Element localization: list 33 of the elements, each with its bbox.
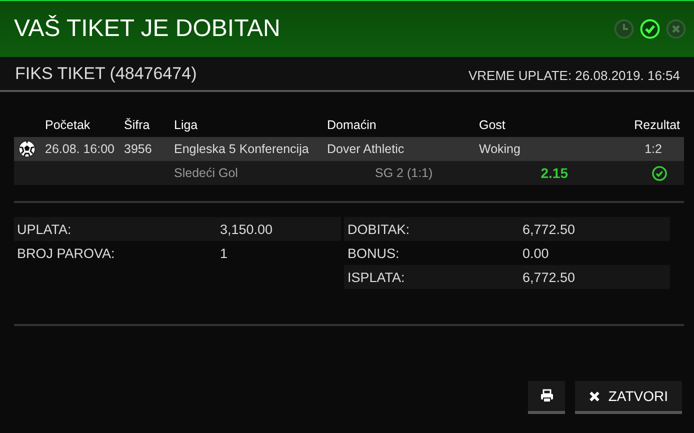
printer-icon <box>540 389 554 403</box>
column-header: Rezultat <box>633 118 681 132</box>
close-button[interactable]: ZATVORI <box>575 381 682 414</box>
odds-value: 2.15 <box>540 165 569 181</box>
football-icon <box>18 140 36 158</box>
table-cell-text: 3956 <box>124 142 153 156</box>
column-header: Liga <box>174 118 199 132</box>
summary-label: BONUS: <box>348 246 400 260</box>
dialog-title: VAŠ TIKET JE DOBITAN <box>14 15 282 43</box>
table-cell-text: 26.08. 16:00 <box>45 142 116 156</box>
table-cell-text: Dover Athletic <box>327 142 406 156</box>
table-cell-text: 1:2 <box>644 142 663 156</box>
column-header: Domaćin <box>327 118 378 132</box>
ticket-title: FIKS TIKET (48476474) <box>15 64 197 84</box>
column-header: Šifra <box>124 118 151 132</box>
table-cell-text: Sledeći Gol <box>174 166 239 180</box>
payment-time: VREME UPLATE: 26.08.2019. 16:54 <box>468 67 680 83</box>
close-icon <box>589 390 600 402</box>
summary-label: UPLATA: <box>17 222 72 236</box>
table-cell-text: Engleska 5 Konferencija <box>174 142 310 156</box>
summary-value: 1 <box>220 246 229 260</box>
summary-value: 6,772.50 <box>522 222 576 236</box>
table-cell-text: Woking <box>479 142 522 156</box>
summary-value: 6,772.50 <box>522 270 576 284</box>
summary-value: 3,150.00 <box>220 222 274 236</box>
table-cell-text: SG 2 (1:1) <box>374 166 434 180</box>
print-button[interactable] <box>528 381 566 414</box>
summary-label: ISPLATA: <box>348 270 406 284</box>
summary-value: 0.00 <box>522 246 550 260</box>
summary-label: BROJ PAROVA: <box>17 246 116 260</box>
column-header: Gost <box>479 118 506 132</box>
column-header: Početak <box>45 118 92 132</box>
summary-label: DOBITAK: <box>348 222 411 236</box>
